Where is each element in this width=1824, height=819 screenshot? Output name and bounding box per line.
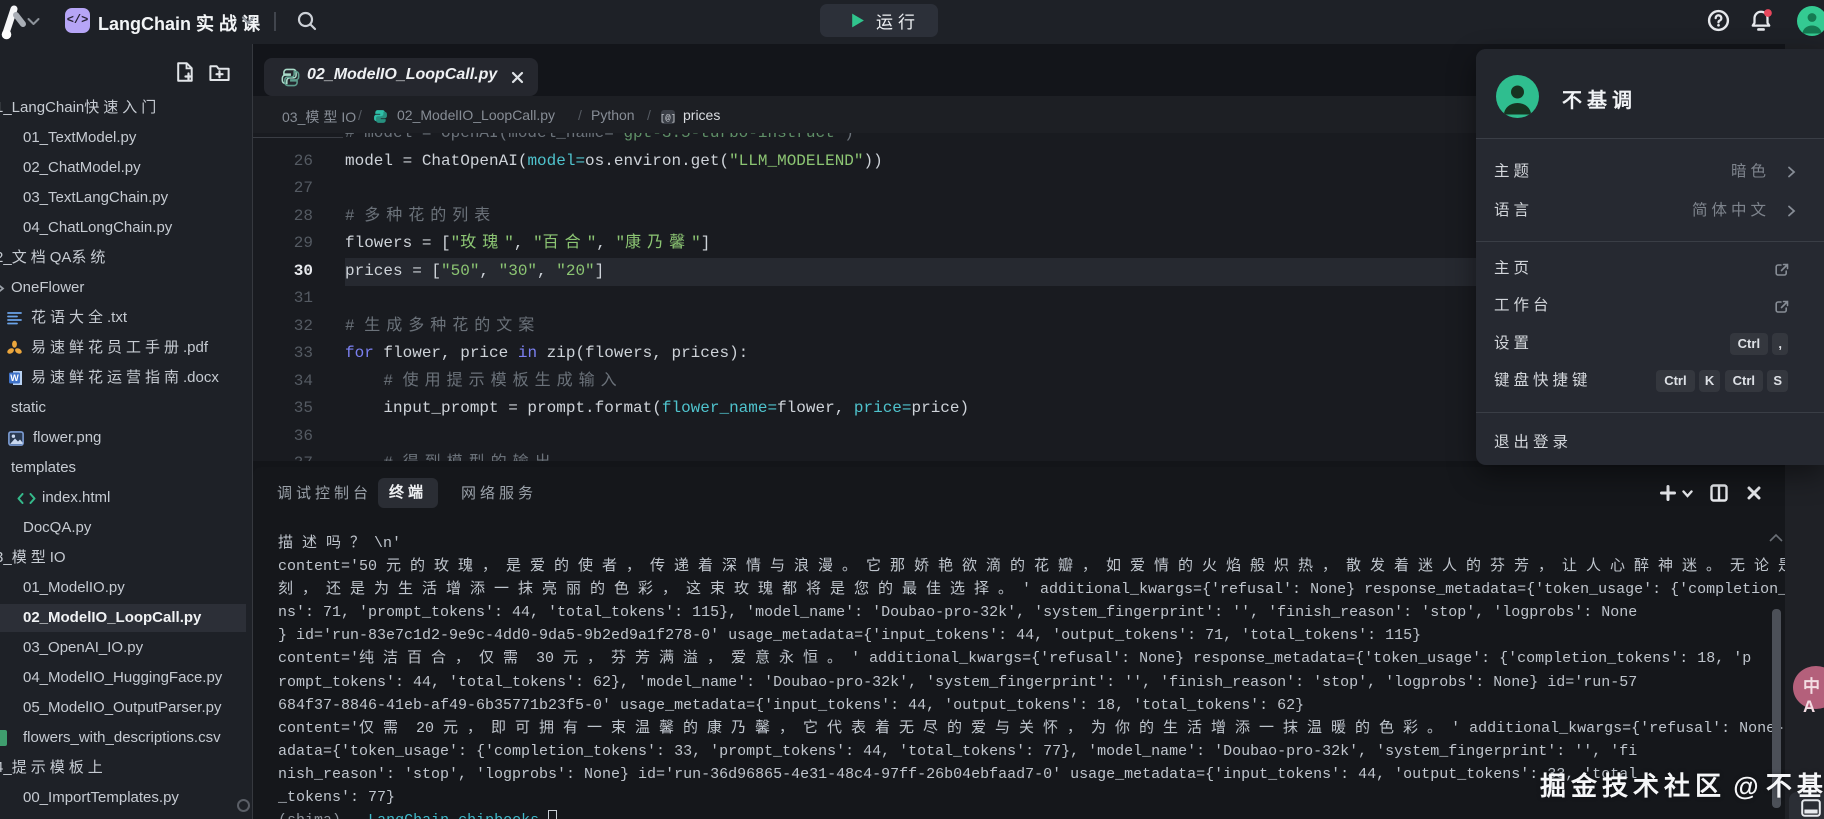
- svg-text:[@]: [@]: [660, 114, 676, 124]
- svg-text:W: W: [10, 373, 19, 383]
